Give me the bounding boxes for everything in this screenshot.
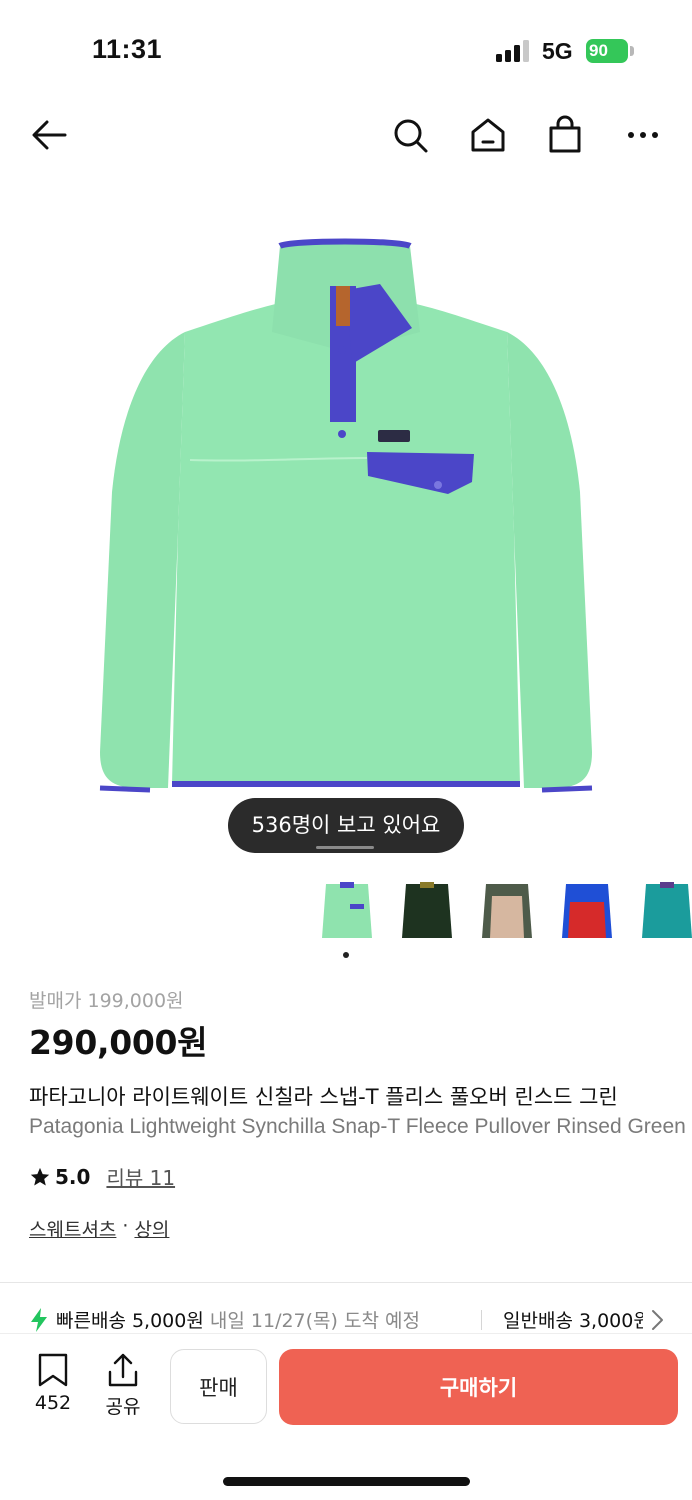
thumbnail-teal[interactable] (636, 874, 692, 942)
home-button[interactable] (463, 110, 513, 160)
category-sweatshirts[interactable]: 스웨트셔츠 (29, 1215, 116, 1242)
home-indicator (223, 1477, 470, 1486)
network-type: 5G (542, 38, 573, 64)
cart-button[interactable] (540, 110, 590, 160)
more-button[interactable] (618, 110, 668, 160)
bookmark-button[interactable]: 452 (28, 1352, 78, 1414)
product-name-english: Patagonia Lightweight Synchilla Snap-T F… (29, 1115, 686, 1138)
category-separator: · (122, 1215, 129, 1237)
battery-cap (630, 46, 634, 56)
battery-level: 90 (589, 41, 608, 60)
reviews-link[interactable]: 리뷰 11 (106, 1162, 175, 1191)
viewers-badge: 536명이 보고 있어요 (228, 798, 464, 853)
buy-button[interactable]: 구매하기 (279, 1349, 678, 1425)
back-button[interactable] (24, 110, 74, 160)
status-bar: 11:31 5G 90 (0, 0, 692, 100)
current-price: 290,000원 (29, 1023, 208, 1062)
search-icon (394, 119, 428, 153)
thumbnail-forest[interactable] (396, 874, 458, 942)
thumbnail-swatch (642, 884, 692, 938)
share-icon (108, 1353, 138, 1387)
more-horizontal-icon (628, 132, 658, 138)
bookmark-count: 452 (34, 1392, 72, 1414)
thumbnail-green[interactable] (316, 874, 378, 942)
thumbnail-swatch (568, 902, 606, 938)
search-button[interactable] (385, 110, 435, 160)
category-breadcrumb: 스웨트셔츠 · 상의 (29, 1215, 169, 1242)
status-time: 11:31 (92, 34, 163, 64)
thumbnail-swatch (322, 884, 372, 938)
thumbnail-red[interactable] (556, 874, 618, 942)
image-scroll-indicator (316, 846, 374, 849)
shipping-separator (481, 1310, 482, 1330)
sell-button[interactable]: 판매 (170, 1349, 267, 1424)
chevron-right-icon[interactable] (649, 1308, 665, 1332)
bookmark-icon (38, 1353, 68, 1387)
shipping-row[interactable]: 빠른배송 5,000원 내일 11/27(목) 도착 예정 일반배송 3,000… (29, 1306, 692, 1336)
category-tops[interactable]: 상의 (134, 1215, 169, 1242)
section-divider (0, 1282, 692, 1283)
arrow-left-icon (32, 120, 67, 150)
rating-row: 5.0 리뷰 11 (29, 1162, 175, 1191)
star-icon (30, 1167, 50, 1186)
lightning-bolt-icon (31, 1308, 47, 1332)
thumbnail-swatch (490, 896, 524, 938)
normal-shipping: 일반배송 3,000원 (503, 1310, 643, 1332)
signal-icon (496, 40, 529, 62)
thumbnail-swatch (402, 884, 452, 938)
share-label: 공유 (105, 1396, 141, 1418)
thumbnail-selected-dot (343, 952, 349, 958)
rating-score: 5.0 (55, 1164, 91, 1189)
fast-shipping-label: 빠른배송 5,000원 (56, 1310, 204, 1332)
shopping-bag-icon (549, 115, 581, 153)
release-price: 발매가 199,000원 (29, 990, 184, 1012)
fast-shipping-date: 내일 11/27(목) 도착 예정 (209, 1310, 420, 1332)
product-name-korean: 파타고니아 라이트웨이트 신칠라 스냅-T 플리스 풀오버 린스드 그린 (29, 1085, 618, 1109)
battery-icon: 90 (586, 39, 628, 63)
fast-shipping: 빠른배송 5,000원 내일 11/27(목) 도착 예정 (56, 1306, 420, 1333)
thumbnail-tan[interactable] (476, 874, 538, 942)
product-image[interactable] (90, 232, 602, 802)
home-icon (471, 118, 505, 152)
share-button[interactable]: 공유 (98, 1352, 148, 1419)
